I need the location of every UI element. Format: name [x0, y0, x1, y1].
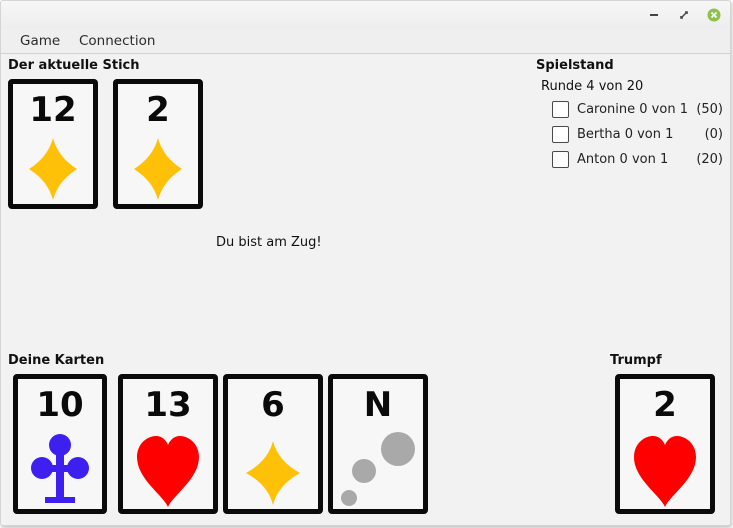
trump-card: 2 — [615, 374, 715, 514]
player-name: Caronine 0 von 1 — [577, 102, 688, 117]
trick-label: Der aktuelle Stich — [8, 58, 140, 73]
minimize-icon[interactable] — [647, 8, 661, 22]
diamond-icon — [118, 132, 198, 206]
title-bar[interactable] — [1, 1, 730, 29]
hand-label: Deine Karten — [8, 353, 105, 368]
player-checkbox[interactable] — [552, 151, 569, 168]
player-row: Caronine 0 von 1 (50) — [552, 101, 727, 121]
menu-bar: Game Connection — [1, 29, 730, 54]
close-icon[interactable] — [707, 8, 721, 22]
card-value: 6 — [261, 385, 285, 425]
trick-card-1: 12 — [8, 79, 98, 209]
player-checkbox[interactable] — [552, 101, 569, 118]
hand-card-4[interactable]: N — [328, 374, 428, 514]
hand-card-1[interactable]: 10 — [13, 374, 107, 514]
game-window: Game Connection Der aktuelle Stich 12 2 … — [0, 0, 731, 526]
player-name: Anton 0 von 1 — [577, 152, 669, 167]
player-row: Anton 0 von 1 (20) — [552, 151, 727, 171]
player-row: Bertha 0 von 1 (0) — [552, 126, 727, 146]
card-value: 13 — [144, 385, 192, 425]
round-info: Runde 4 von 20 — [541, 79, 644, 94]
diamond-icon — [228, 431, 318, 505]
maximize-icon[interactable] — [677, 8, 691, 22]
score-label: Spielstand — [536, 58, 614, 73]
club-icon — [18, 431, 102, 505]
status-message: Du bist am Zug! — [216, 235, 322, 250]
card-value: 2 — [653, 385, 677, 425]
player-points: (0) — [704, 127, 723, 142]
player-checkbox[interactable] — [552, 126, 569, 143]
heart-icon — [620, 431, 710, 507]
card-value: N — [363, 385, 393, 425]
hand-card-2[interactable]: 13 — [118, 374, 218, 514]
menu-connection[interactable]: Connection — [79, 33, 155, 49]
player-points: (20) — [696, 152, 723, 167]
heart-icon — [123, 431, 213, 507]
menu-game[interactable]: Game — [20, 33, 60, 49]
player-name: Bertha 0 von 1 — [577, 127, 674, 142]
card-value: 12 — [29, 90, 77, 130]
hand-card-3[interactable]: 6 — [223, 374, 323, 514]
player-points: (50) — [696, 102, 723, 117]
diamond-icon — [13, 132, 93, 206]
trump-label: Trumpf — [610, 353, 662, 368]
bubbles-icon — [333, 431, 423, 506]
card-value: 2 — [146, 90, 170, 130]
card-value: 10 — [36, 385, 84, 425]
trick-card-2: 2 — [113, 79, 203, 209]
